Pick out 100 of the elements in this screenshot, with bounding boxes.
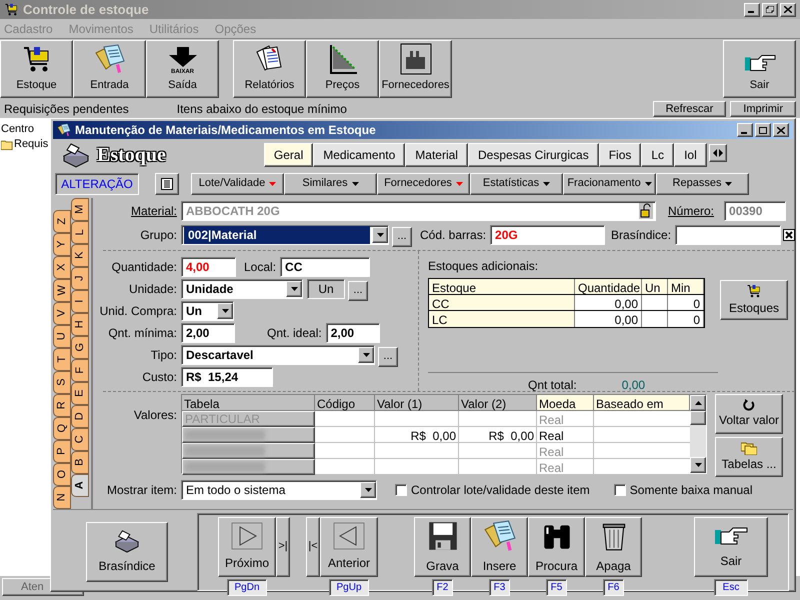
tab[interactable]: Fios [598, 143, 642, 167]
toolbar-button[interactable]: Entrada [73, 40, 146, 98]
letter-tab[interactable]: P [53, 440, 71, 463]
tab[interactable]: Medicamento [313, 143, 406, 167]
maximize-button[interactable] [755, 123, 771, 137]
ideal-quantity-field[interactable]: 2,00 [326, 323, 380, 343]
dropdown-menu-button[interactable]: Lote/Validade [191, 172, 284, 194]
letter-tab[interactable]: V [53, 302, 71, 325]
list-button[interactable] [155, 172, 179, 194]
letter-tab[interactable]: B [71, 451, 89, 474]
checkbox-label: Controlar lote/validade deste item [411, 482, 590, 499]
stocks-button[interactable]: Estoques [720, 280, 788, 320]
purchase-unit-dropdown[interactable]: Un [181, 301, 234, 321]
dropdown-menu-button[interactable]: Repasses [656, 172, 749, 194]
dropdown-menu-button[interactable]: Fornecedores [377, 172, 470, 194]
toolbar-button[interactable]: Relatórios [233, 40, 306, 98]
tab[interactable]: Iol [674, 143, 707, 167]
letter-tab[interactable]: T [53, 348, 71, 371]
letter-tab[interactable]: Q [53, 417, 71, 440]
ellipsis-button[interactable]: ... [378, 346, 398, 366]
action-button[interactable]: Procura [528, 516, 585, 576]
close-icon [777, 126, 785, 134]
letter-tab[interactable]: M [71, 198, 89, 221]
unit-dropdown[interactable]: Unidade [181, 279, 303, 299]
close-icon [784, 6, 792, 13]
letter-tab[interactable]: A [71, 474, 89, 497]
table-cell: R$ 0,00 [375, 427, 459, 443]
letter-tab[interactable]: Y [53, 233, 71, 256]
shortcut-key: F6 [602, 578, 624, 596]
letter-tab[interactable]: O [53, 463, 71, 486]
restore-button[interactable] [762, 2, 778, 16]
close-button[interactable] [780, 2, 796, 16]
ellipsis-button[interactable]: ... [392, 226, 412, 246]
scrollbar[interactable] [690, 395, 706, 473]
column-header: Valor (2) [459, 395, 537, 411]
dropdown-menu-button[interactable]: Fracionamento [563, 172, 656, 194]
letter-tab[interactable]: X [53, 256, 71, 279]
quantity-field[interactable]: 4,00 [181, 257, 236, 277]
navigation-button[interactable]: Próximo [218, 516, 276, 576]
brasindice-button[interactable]: Brasíndice [86, 522, 168, 582]
letter-tab[interactable]: J [71, 267, 89, 290]
clear-icon[interactable] [783, 229, 796, 241]
toolbar-button[interactable]: Sair [723, 40, 796, 98]
type-dropdown[interactable]: Descartavel [181, 345, 375, 365]
letter-tab[interactable]: D [71, 405, 89, 428]
letter-tab[interactable]: W [53, 279, 71, 302]
cost-field[interactable]: R$ 15,24 [181, 367, 273, 387]
letter-tab[interactable]: L [71, 221, 89, 244]
tab[interactable]: Material [405, 143, 468, 167]
dropdown-menu-button[interactable]: Estatísticas [470, 172, 563, 194]
checkbox[interactable] [614, 484, 626, 496]
panel-button[interactable]: Refrescar [652, 101, 726, 117]
field-label: Custo: [142, 369, 177, 386]
letter-tab[interactable]: S [53, 371, 71, 394]
toolbar-button[interactable]: Estoque [0, 40, 73, 98]
letter-tab[interactable]: G [71, 336, 89, 359]
show-item-dropdown[interactable]: Em todo o sistema [181, 480, 377, 500]
brasindice-field[interactable] [675, 225, 782, 245]
location-field[interactable]: CC [280, 257, 370, 277]
tree-item[interactable]: Requis [14, 136, 48, 153]
letter-tab[interactable]: F [71, 359, 89, 382]
dropdown-menu-button[interactable]: Similares [284, 172, 377, 194]
tab[interactable]: Lc [641, 143, 674, 167]
letter-tab[interactable]: E [71, 382, 89, 405]
minimum-quantity-field[interactable]: 2,00 [181, 323, 235, 343]
field-label: Cód. barras: [420, 228, 486, 242]
jump-button[interactable]: |< [306, 516, 320, 576]
tables-button[interactable]: Tabelas ... [715, 437, 783, 477]
tab[interactable]: Despesas Cirurgicas [468, 143, 599, 167]
group-dropdown[interactable]: 002|Material [181, 225, 389, 245]
tab[interactable]: Geral [264, 143, 314, 167]
tree-item[interactable]: Centro [1, 121, 34, 138]
checkbox[interactable] [395, 484, 407, 496]
shopping-cart-icon [746, 283, 762, 299]
letter-tab[interactable]: I [71, 290, 89, 313]
letter-tab[interactable]: U [53, 325, 71, 348]
scrollbar-thumb[interactable] [690, 411, 706, 425]
action-button[interactable]: Grava [414, 516, 471, 576]
ellipsis-button[interactable]: ... [348, 280, 368, 300]
tab-scroll-button[interactable] [708, 144, 727, 162]
exit-button[interactable]: Sair [694, 516, 768, 576]
letter-tab[interactable]: Z [53, 210, 71, 233]
restore-value-button[interactable]: Voltar valor [715, 394, 783, 434]
navigation-button[interactable]: Anterior [320, 516, 378, 576]
panel-button[interactable]: Imprimir [730, 101, 796, 117]
barcode-field[interactable]: 20G [490, 225, 606, 245]
action-button[interactable]: Insere [471, 516, 528, 576]
action-button[interactable]: Apaga [585, 516, 642, 576]
minimize-button[interactable] [744, 2, 760, 16]
letter-tab[interactable]: K [71, 244, 89, 267]
letter-tab[interactable]: C [71, 428, 89, 451]
minimize-button[interactable] [737, 123, 753, 137]
letter-tab[interactable]: H [71, 313, 89, 336]
price-row[interactable]: R$ 0,00 R$ 0,00 Real [182, 427, 690, 443]
toolbar-button[interactable]: Preços [306, 40, 379, 98]
letter-tab[interactable]: R [53, 394, 71, 417]
letter-tab[interactable]: N [53, 486, 71, 509]
close-button[interactable] [773, 123, 789, 137]
jump-button[interactable]: >| [276, 516, 290, 576]
toolbar-button[interactable]: Fornecedores [379, 40, 452, 98]
